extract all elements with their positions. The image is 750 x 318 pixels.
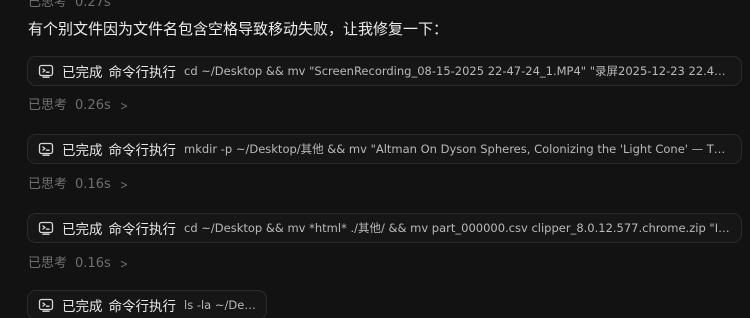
command-block[interactable]: 已完成 命令行执行 ls -la ~/Desktop <box>27 290 267 318</box>
command-text: cd ~/Desktop && mv "ScreenRecording_08-1… <box>184 64 731 78</box>
command-text: cd ~/Desktop && mv *html* ./其他/ && mv pa… <box>184 221 731 235</box>
command-text: mkdir -p ~/Desktop/其他 && mv "Altman On D… <box>184 142 731 156</box>
thinking-label: 已思考 <box>28 177 68 192</box>
chat-transcript: 已思考 0.27s 有个别文件因为文件名包含空格导致移动失败，让我修复一下： 已… <box>0 0 750 318</box>
command-kind: 命令行执行 <box>108 222 177 238</box>
terminal-icon <box>38 142 54 156</box>
command-status: 已完成 <box>62 299 103 315</box>
command-block[interactable]: 已完成 命令行执行 mkdir -p ~/Desktop/其他 && mv "A… <box>27 134 742 164</box>
command-status: 已完成 <box>62 65 103 81</box>
command-status: 已完成 <box>62 143 103 159</box>
command-block[interactable]: 已完成 命令行执行 cd ~/Desktop && mv *html* ./其他… <box>27 213 742 243</box>
chevron-right-icon: > <box>119 178 128 192</box>
terminal-icon <box>38 64 54 78</box>
thinking-label: 已思考 <box>28 256 68 271</box>
command-kind: 命令行执行 <box>108 299 177 315</box>
command-kind: 命令行执行 <box>108 143 177 159</box>
thinking-duration: 0.16s <box>75 177 111 192</box>
thinking-label: 已思考 <box>28 0 68 10</box>
thinking-duration: 0.16s <box>75 256 111 271</box>
thinking-label: 已思考 <box>28 98 68 113</box>
thinking-toggle[interactable]: 已思考 0.26s > <box>28 96 129 116</box>
thinking-toggle[interactable]: 已思考 0.16s > <box>28 175 129 195</box>
command-text: ls -la ~/Desktop <box>184 298 256 312</box>
chevron-right-icon: > <box>119 257 128 271</box>
command-block[interactable]: 已完成 命令行执行 cd ~/Desktop && mv "ScreenReco… <box>27 56 742 86</box>
assistant-message: 有个别文件因为文件名包含空格导致移动失败，让我修复一下： <box>28 20 449 38</box>
terminal-icon <box>38 298 54 312</box>
thinking-duration: 0.27s <box>75 0 111 10</box>
thinking-toggle[interactable]: 已思考 0.27s <box>28 0 111 13</box>
chevron-right-icon: > <box>119 99 128 113</box>
command-kind: 命令行执行 <box>108 65 177 81</box>
thinking-duration: 0.26s <box>75 98 111 113</box>
thinking-toggle[interactable]: 已思考 0.16s > <box>28 254 129 274</box>
terminal-icon <box>38 221 54 235</box>
command-status: 已完成 <box>62 222 103 238</box>
